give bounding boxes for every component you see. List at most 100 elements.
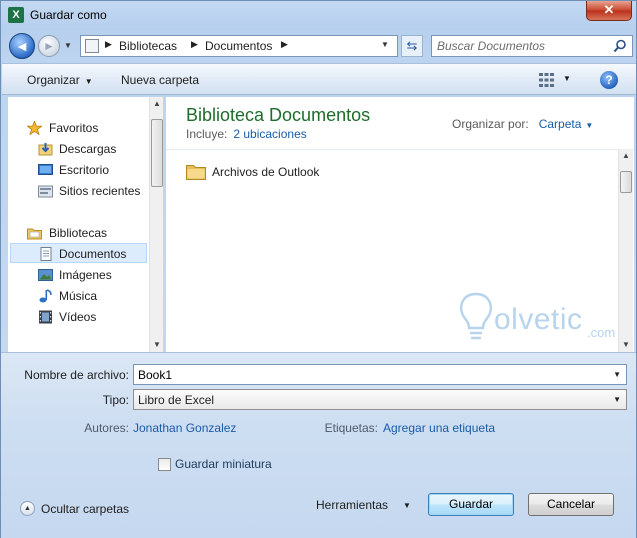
- address-location-icon: [85, 39, 99, 53]
- recent-places-icon: [38, 185, 53, 198]
- documents-icon: [40, 247, 52, 261]
- command-bar: Organizar ▼ Nueva carpeta ▼ ?: [2, 63, 636, 95]
- search-box[interactable]: [431, 35, 633, 57]
- nav-item-videos[interactable]: Vídeos: [8, 307, 146, 327]
- navigation-pane: Favoritos Descargas Escritorio Sitios re…: [8, 97, 163, 352]
- filename-field[interactable]: [138, 367, 598, 382]
- arrange-by: Organizar por: Carpeta ▼: [452, 117, 593, 131]
- nav-item-label: Favoritos: [49, 121, 99, 135]
- address-row: ◄ ► ▼ ▶ Bibliotecas ▶ Documentos ▶ ▼ ⇆: [7, 32, 633, 60]
- chevron-down-icon[interactable]: ▼: [613, 395, 621, 404]
- save-button[interactable]: Guardar: [428, 493, 514, 516]
- scrollbar-thumb[interactable]: [151, 119, 163, 187]
- tools-button[interactable]: Herramientas: [316, 498, 388, 512]
- chevron-down-icon[interactable]: ▼: [613, 370, 621, 379]
- nav-item-documentos[interactable]: Documentos: [10, 243, 147, 263]
- help-icon[interactable]: ?: [600, 71, 618, 89]
- nav-item-label: Sitios recientes: [59, 184, 141, 198]
- search-icon[interactable]: [613, 39, 627, 53]
- filename-label: Nombre de archivo:: [24, 368, 129, 382]
- scroll-up-icon[interactable]: ▲: [153, 99, 161, 108]
- library-title: Biblioteca Documentos: [186, 105, 371, 125]
- nav-item-musica[interactable]: Música: [8, 286, 146, 306]
- view-options-dropdown[interactable]: ▼: [563, 74, 571, 83]
- videos-icon: [39, 310, 52, 324]
- chevron-down-icon: ▼: [84, 77, 93, 86]
- arrange-by-label: Organizar por:: [452, 117, 529, 131]
- filename-combobox[interactable]: ▼: [133, 364, 627, 385]
- scroll-up-icon[interactable]: ▲: [622, 151, 630, 160]
- recent-pages-dropdown[interactable]: ▼: [64, 41, 73, 50]
- nav-item-sitios-recientes[interactable]: Sitios recientes: [8, 181, 146, 201]
- includes-label: Incluye:: [186, 127, 228, 141]
- cancel-button[interactable]: Cancelar: [528, 493, 614, 516]
- library-includes: Incluye: 2 ubicaciones: [186, 127, 307, 141]
- nav-item-label: Bibliotecas: [49, 226, 108, 240]
- star-icon: [27, 121, 42, 135]
- downloads-icon: [38, 143, 53, 156]
- breadcrumb-bibliotecas[interactable]: Bibliotecas: [119, 39, 177, 53]
- save-form: Nombre de archivo: ▼ Tipo: Libro de Exce…: [1, 352, 636, 538]
- title-bar: X Guardar como ✕: [1, 1, 636, 29]
- forward-button[interactable]: ►: [38, 35, 60, 57]
- refresh-button[interactable]: ⇆: [401, 35, 423, 57]
- chevron-down-icon[interactable]: ▼: [585, 121, 593, 130]
- save-thumbnail-checkbox[interactable]: [158, 458, 171, 471]
- window-title: Guardar como: [30, 8, 107, 22]
- includes-locations-link[interactable]: 2 ubicaciones: [233, 127, 306, 141]
- watermark-suffix: .com: [587, 325, 616, 340]
- search-input[interactable]: [437, 38, 607, 54]
- file-type-value: Libro de Excel: [138, 393, 215, 407]
- type-label: Tipo:: [102, 393, 129, 407]
- add-tag-field[interactable]: Agregar una etiqueta: [383, 421, 495, 435]
- nav-item-label: Imágenes: [59, 268, 112, 282]
- breadcrumb-separator-icon[interactable]: ▶: [105, 39, 112, 50]
- tools-dropdown-icon[interactable]: ▼: [403, 501, 411, 510]
- breadcrumb-documentos[interactable]: Documentos: [205, 39, 272, 53]
- authors-field[interactable]: Jonathan Gonzalez: [133, 421, 236, 435]
- file-list-pane: Biblioteca Documentos Incluye: 2 ubicacio…: [166, 97, 634, 352]
- breadcrumb-separator-icon[interactable]: ▶: [191, 39, 198, 50]
- nav-item-label: Música: [59, 289, 98, 303]
- back-arrow-icon: ◄: [15, 38, 29, 54]
- nav-item-label: Vídeos: [59, 310, 97, 324]
- music-icon: [39, 289, 52, 303]
- excel-app-icon: X: [8, 7, 24, 23]
- organize-label: Organizar: [27, 73, 80, 87]
- scrollbar-thumb[interactable]: [620, 171, 632, 193]
- list-item[interactable]: Archivos de Outlook: [186, 161, 386, 181]
- divider: [166, 149, 634, 150]
- desktop-icon: [38, 164, 53, 175]
- arrange-by-dropdown[interactable]: Carpeta: [539, 117, 582, 131]
- list-item-label: Archivos de Outlook: [212, 165, 320, 179]
- navigation-scrollbar[interactable]: ▲ ▼: [149, 97, 163, 352]
- address-bar[interactable]: ▶ Bibliotecas ▶ Documentos ▶ ▼: [80, 35, 398, 57]
- nav-item-label: Documentos: [59, 247, 127, 261]
- authors-label: Autores:: [84, 421, 129, 435]
- forward-arrow-icon: ►: [43, 39, 55, 53]
- scroll-down-icon[interactable]: ▼: [153, 340, 161, 349]
- folder-icon: [186, 165, 206, 180]
- hide-folders-label: Ocultar carpetas: [41, 502, 130, 516]
- new-folder-button[interactable]: Nueva carpeta: [121, 73, 199, 87]
- watermark-text: olvetic: [494, 303, 583, 336]
- organize-button[interactable]: Organizar ▼: [27, 73, 93, 87]
- refresh-icon: ⇆: [406, 38, 418, 53]
- close-button[interactable]: ✕: [586, 1, 632, 21]
- save-as-dialog: X Guardar como ✕ ◄ ► ▼ ▶ Bibliotecas ▶ D…: [0, 0, 637, 538]
- nav-item-imagenes[interactable]: Imágenes: [8, 265, 146, 285]
- nav-item-favoritos[interactable]: Favoritos: [8, 118, 146, 138]
- nav-item-escritorio[interactable]: Escritorio: [8, 160, 146, 180]
- address-history-dropdown[interactable]: ▼: [381, 40, 389, 49]
- breadcrumb-separator-icon[interactable]: ▶: [281, 39, 288, 50]
- back-button[interactable]: ◄: [9, 33, 35, 59]
- nav-item-descargas[interactable]: Descargas: [8, 139, 146, 159]
- libraries-icon: [27, 228, 42, 240]
- close-icon: ✕: [603, 2, 615, 17]
- change-view-icon[interactable]: [539, 73, 554, 87]
- file-type-select[interactable]: Libro de Excel ▼: [133, 389, 627, 410]
- save-thumbnail-label: Guardar miniatura: [175, 457, 272, 471]
- tags-label: Etiquetas:: [324, 421, 378, 435]
- nav-item-bibliotecas[interactable]: Bibliotecas: [8, 223, 146, 243]
- pictures-icon: [38, 269, 53, 281]
